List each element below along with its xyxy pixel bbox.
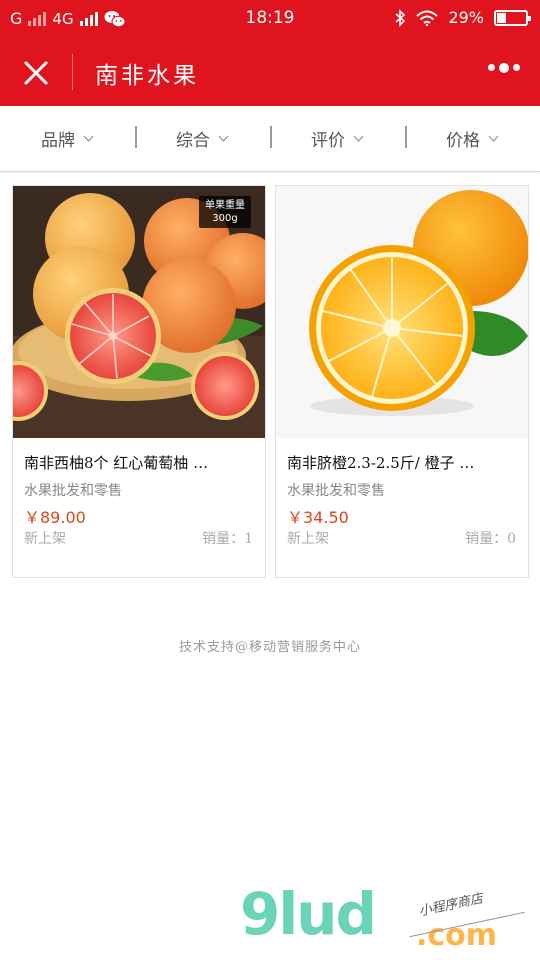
filter-brand[interactable]: 品牌 (0, 126, 135, 151)
product-sales: 销量：1 (202, 531, 253, 547)
tech-support-note: 技术支持@移动营销服务中心 (178, 640, 361, 655)
product-category: 水果批发和零售 (287, 483, 385, 499)
grapefruit-image[interactable]: 单果重量 300g (13, 186, 265, 438)
status-bar-right: 29% (394, 8, 531, 27)
weight-badge-label: 单果重量 (205, 200, 245, 211)
weight-badge: 单果重量 300g (199, 196, 251, 228)
title-bar: 南非水果 (0, 38, 540, 106)
product-status: 新上架 (24, 531, 66, 547)
product-card[interactable]: 南非脐橙2.3-2.5斤/ 橙子 … 水果批发和零售 ￥34.50 新上架 销量… (275, 185, 529, 578)
filter-price[interactable]: 价格 (405, 126, 540, 151)
product-price: ￥34.50 (287, 508, 349, 527)
page-title: 南非水果 (95, 63, 199, 89)
watermark-tld: .com (416, 918, 498, 953)
battery-icon (494, 9, 531, 26)
more-dot-icon (488, 64, 495, 71)
filter-rating[interactable]: 评价 (270, 126, 405, 151)
chevron-down-icon (218, 135, 229, 142)
close-button[interactable] (18, 55, 54, 91)
orange-illustration (276, 186, 528, 438)
status-bar: G 4G 18:19 29% (0, 0, 540, 38)
product-sales: 销量：0 (465, 531, 516, 547)
wifi-icon (416, 10, 439, 26)
product-status: 新上架 (287, 531, 329, 547)
more-dot-icon (499, 62, 509, 73)
product-name[interactable]: 南非脐橙2.3-2.5斤/ 橙子 … (287, 452, 519, 473)
product-grid: 单果重量 300g 南非西柚8个 红心葡萄柚 … 水果批发和零售 ￥89.00 … (12, 185, 529, 578)
product-name[interactable]: 南非西柚8个 红心葡萄柚 … (24, 452, 256, 473)
watermark-brand: 9lud (240, 880, 377, 948)
filter-bar: 品牌 综合 评价 价格 (0, 106, 540, 172)
filter-label: 价格 (446, 131, 480, 151)
close-icon (24, 61, 48, 85)
filter-label: 评价 (311, 131, 345, 151)
bluetooth-icon (395, 8, 406, 27)
watermark-logo: 9lud .com 小程序商店 (240, 880, 540, 960)
watermark-tagline: 小程序商店 (417, 891, 485, 920)
more-options-button[interactable] (488, 62, 520, 73)
title-divider (72, 54, 73, 90)
more-dot-icon (513, 64, 520, 71)
product-card[interactable]: 单果重量 300g 南非西柚8个 红心葡萄柚 … 水果批发和零售 ￥89.00 … (12, 185, 266, 578)
orange-image[interactable] (276, 186, 528, 438)
filter-label: 品牌 (41, 131, 75, 151)
product-category: 水果批发和零售 (24, 483, 122, 499)
product-price: ￥89.00 (24, 508, 86, 527)
chevron-down-icon (488, 135, 499, 142)
weight-badge-value: 300g (212, 213, 238, 224)
chevron-down-icon (353, 135, 364, 142)
chevron-down-icon (83, 135, 94, 142)
battery-percent: 29% (448, 8, 484, 27)
filter-overall[interactable]: 综合 (135, 126, 270, 151)
filter-label: 综合 (176, 131, 210, 151)
